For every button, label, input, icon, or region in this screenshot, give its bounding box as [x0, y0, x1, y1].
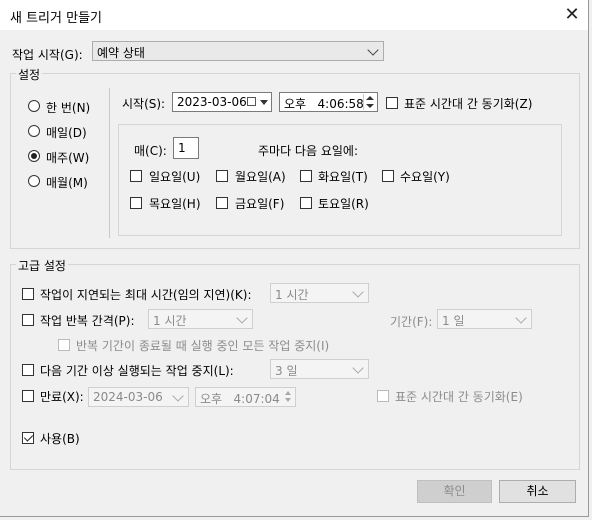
start-date-picker[interactable]: 2023-03-06	[172, 92, 272, 112]
repeat-select[interactable]: 1 시간	[148, 309, 253, 329]
settings-divider	[109, 88, 110, 238]
calendar-icon	[247, 97, 256, 106]
spin-down-icon[interactable]	[366, 104, 374, 108]
weekday-caption: 주마다 다음 요일에:	[258, 144, 358, 158]
radio-daily-label: 매일(D)	[46, 126, 87, 140]
window-title: 새 트리거 만들기	[10, 11, 102, 26]
expire-checkbox[interactable]	[22, 390, 34, 402]
start-task-select[interactable]: 예약 상태	[92, 41, 384, 61]
time-spinner[interactable]	[363, 94, 376, 110]
start-task-label: 작업 시작(G):	[12, 48, 83, 62]
close-icon[interactable]: ✕	[560, 4, 584, 26]
advanced-group-label: 고급 설정	[16, 257, 68, 274]
radio-monthly-label: 매월(M)	[46, 176, 88, 190]
expire-label: 만료(X):	[40, 390, 84, 404]
spin-up-icon[interactable]	[366, 96, 374, 100]
title-bar: 새 트리거 만들기 ✕	[0, 0, 588, 30]
chevron-down-icon	[352, 362, 364, 374]
day-label-saturday: 토요일(R)	[318, 197, 369, 211]
radio-weekly[interactable]	[28, 150, 40, 162]
delay-label: 작업이 지연되는 최대 시간(임의 지연)(K):	[40, 288, 252, 302]
cancel-button[interactable]: 취소	[499, 480, 576, 503]
stop-longer-value: 3 일	[275, 364, 298, 378]
ok-button[interactable]: 확인	[417, 480, 492, 503]
new-trigger-dialog: 새 트리거 만들기 ✕ 작업 시작(G): 예약 상태 설정 한 번(N) 매일…	[0, 0, 589, 517]
radio-weekly-label: 매주(W)	[46, 151, 90, 165]
settings-group-label: 설정	[16, 66, 43, 83]
stop-all-checkbox[interactable]	[58, 339, 70, 351]
day-checkbox-monday[interactable]	[216, 170, 228, 182]
day-checkbox-sunday[interactable]	[130, 170, 142, 182]
radio-daily[interactable]	[28, 125, 40, 137]
start-date-value: 2023-03-06	[177, 95, 247, 109]
spin-up-icon[interactable]	[285, 391, 291, 395]
chevron-down-icon	[515, 312, 527, 324]
stop-longer-label: 다음 기간 이상 실행되는 작업 중지(L):	[40, 364, 234, 378]
sync-timezone-checkbox[interactable]	[386, 97, 398, 109]
stop-longer-checkbox[interactable]	[22, 364, 34, 376]
expire-date-picker[interactable]: 2024-03-06	[88, 387, 189, 407]
dropdown-arrow-icon	[260, 100, 268, 105]
every-weeks-input[interactable]: 1	[173, 137, 199, 159]
sync-timezone-label: 표준 시간대 간 동기화(Z)	[404, 97, 533, 111]
day-checkbox-wednesday[interactable]	[382, 170, 394, 182]
radio-once-label: 한 번(N)	[46, 101, 91, 115]
delay-select[interactable]: 1 시간	[270, 283, 369, 303]
chevron-down-icon	[236, 312, 248, 324]
start-label: 시작(S):	[122, 97, 166, 111]
every-weeks-value: 1	[178, 141, 186, 155]
spin-down-icon[interactable]	[285, 398, 291, 402]
chevron-down-icon	[172, 390, 184, 402]
duration-select[interactable]: 1 일	[437, 309, 532, 329]
start-task-value: 예약 상태	[97, 46, 145, 60]
every-label: 매(C):	[134, 144, 167, 158]
duration-value: 1 일	[442, 314, 465, 328]
delay-checkbox[interactable]	[22, 288, 34, 300]
repeat-label: 작업 반복 간격(P):	[40, 314, 135, 328]
expire-sync-label: 표준 시간대 간 동기화(E)	[395, 390, 523, 404]
radio-once[interactable]	[28, 100, 40, 112]
radio-monthly[interactable]	[28, 175, 40, 187]
chevron-down-icon	[367, 44, 379, 56]
day-checkbox-saturday[interactable]	[300, 197, 312, 209]
stop-longer-select[interactable]: 3 일	[270, 359, 369, 379]
delay-value: 1 시간	[275, 288, 309, 302]
day-label-wednesday: 수요일(Y)	[400, 170, 450, 184]
expire-time-field[interactable]: 오후 4:07:04	[195, 387, 296, 407]
expire-time-value: 오후 4:07:04	[200, 392, 280, 406]
day-label-friday: 금요일(F)	[235, 197, 285, 211]
day-checkbox-friday[interactable]	[216, 197, 228, 209]
expire-sync-checkbox[interactable]	[377, 390, 389, 402]
enabled-label: 사용(B)	[40, 432, 80, 446]
expire-date-value: 2024-03-06	[93, 390, 163, 404]
day-label-sunday: 일요일(U)	[149, 170, 201, 184]
enabled-checkbox[interactable]	[22, 432, 34, 444]
day-label-monday: 월요일(A)	[235, 170, 286, 184]
start-time-field[interactable]: 오후 4:06:58	[279, 92, 378, 112]
start-time-value: 오후 4:06:58	[284, 97, 364, 111]
repeat-value: 1 시간	[153, 314, 187, 328]
day-label-thursday: 목요일(H)	[149, 197, 201, 211]
day-label-tuesday: 화요일(T)	[318, 170, 368, 184]
stop-all-label: 반복 기간이 종료될 때 실행 중인 모든 작업 중지(I)	[76, 339, 330, 353]
day-checkbox-tuesday[interactable]	[300, 170, 312, 182]
duration-label: 기간(F):	[390, 315, 433, 329]
day-checkbox-thursday[interactable]	[130, 197, 142, 209]
repeat-checkbox[interactable]	[22, 314, 34, 326]
chevron-down-icon	[352, 286, 364, 298]
